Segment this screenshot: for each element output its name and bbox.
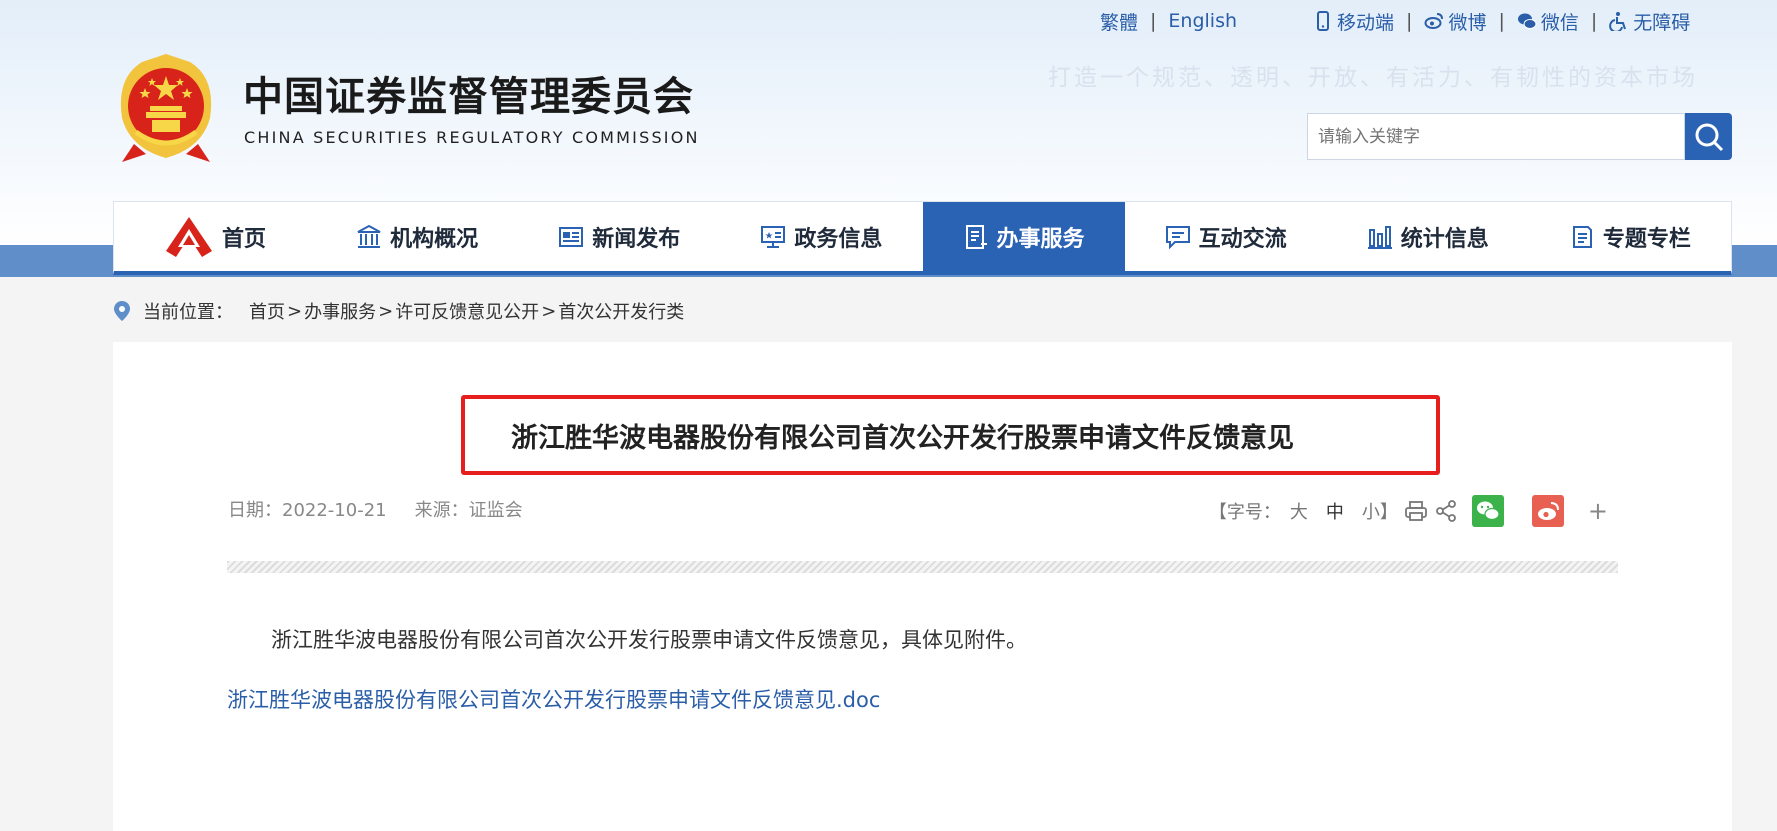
nav-item-news[interactable]: 新闻发布 xyxy=(518,202,720,271)
separator: | xyxy=(1498,10,1505,32)
divider xyxy=(227,561,1618,573)
search-input[interactable] xyxy=(1307,113,1685,160)
nav-item-government-info[interactable]: 政务信息 xyxy=(720,202,922,271)
bar-chart-icon xyxy=(1367,225,1392,249)
site-title: 中国证券监督管理委员会 xyxy=(243,74,694,120)
wechat-label: 微信 xyxy=(1540,11,1579,34)
newspaper-icon xyxy=(559,226,584,247)
nav-item-topics[interactable]: 专题专栏 xyxy=(1529,202,1731,271)
breadcrumb-home[interactable]: 首页 xyxy=(249,298,285,324)
breadcrumb-ipo[interactable]: 首次公开发行类 xyxy=(558,298,684,324)
wechat-share-button[interactable] xyxy=(1471,495,1504,527)
separator: | xyxy=(1150,10,1157,32)
nav-label: 办事服务 xyxy=(996,226,1085,252)
breadcrumb: 当前位置： 首页 > 办事服务 > 许可反馈意见公开 > 首次公开发行类 xyxy=(113,296,684,326)
wechat-icon xyxy=(1517,13,1537,29)
breadcrumb-label: 当前位置： xyxy=(143,302,233,323)
main-nav: 首页 机构概况 新闻发布 政务信息 办事服务 互动交流 统计信息 专题专栏 xyxy=(113,201,1732,275)
attachment-link[interactable]: 浙江胜华波电器股份有限公司首次公开发行股票申请文件反馈意见.doc xyxy=(227,684,880,714)
chat-icon xyxy=(1165,225,1190,249)
separator: | xyxy=(1590,10,1598,32)
nav-item-organization[interactable]: 机构概况 xyxy=(316,202,518,271)
wheelchair-icon xyxy=(1609,12,1627,31)
share-icon[interactable] xyxy=(1434,499,1458,523)
article-date: 日期：2022-10-21 xyxy=(228,500,387,521)
csrc-logo-icon xyxy=(166,216,213,257)
breadcrumb-feedback[interactable]: 许可反馈意见公开 xyxy=(395,298,539,324)
nav-label: 新闻发布 xyxy=(592,226,681,252)
site-subtitle: CHINA SECURITIES REGULATORY COMMISSION xyxy=(244,128,700,147)
wechat-icon xyxy=(1476,501,1500,521)
weibo-label: 微博 xyxy=(1448,11,1487,34)
article-container: 浙江胜华波电器股份有限公司首次公开发行股票申请文件反馈意见 日期：2022-10… xyxy=(113,342,1732,831)
accessibility-link[interactable]: 无障碍 xyxy=(1609,8,1690,35)
search-button[interactable] xyxy=(1685,113,1732,160)
slogan: 打造一个规范、透明、开放、有活力、有韧性的资本市场 xyxy=(1048,65,1698,91)
breadcrumb-separator: > xyxy=(287,300,303,322)
nav-item-home[interactable]: 首页 xyxy=(114,202,316,271)
weibo-link[interactable]: 微博 xyxy=(1424,8,1486,35)
font-size-small-button[interactable]: 小】 xyxy=(1362,498,1398,524)
article-title: 浙江胜华波电器股份有限公司首次公开发行股票申请文件反馈意见 xyxy=(511,422,1294,454)
article-tools: 【字号： 大 中 小】 + xyxy=(1209,494,1608,528)
nav-item-services[interactable]: 办事服务 xyxy=(922,202,1125,271)
nav-label: 首页 xyxy=(222,226,267,252)
nav-label: 机构概况 xyxy=(390,226,479,252)
font-size-label: 【字号： xyxy=(1208,502,1281,523)
wechat-link[interactable]: 微信 xyxy=(1517,8,1579,35)
more-share-button[interactable]: + xyxy=(1588,497,1608,525)
top-links-bar: 繁體 | English 移动端 | 微博 | 微信 | 无障碍 xyxy=(1100,8,1690,34)
breadcrumb-services[interactable]: 办事服务 xyxy=(304,298,376,324)
nav-label: 专题专栏 xyxy=(1602,226,1691,252)
national-emblem-icon xyxy=(120,54,212,162)
file-icon xyxy=(1572,225,1592,248)
article-meta: 日期：2022-10-21 来源：证监会 xyxy=(228,496,523,522)
font-size-medium-button[interactable]: 中 xyxy=(1326,498,1344,524)
weibo-share-button[interactable] xyxy=(1531,495,1564,527)
font-size-large-button[interactable]: 大 xyxy=(1290,498,1308,524)
monitor-icon xyxy=(761,225,786,248)
english-link[interactable]: English xyxy=(1168,10,1237,32)
location-pin-icon xyxy=(114,301,130,321)
breadcrumb-separator: > xyxy=(541,300,557,322)
accessibility-label: 无障碍 xyxy=(1633,11,1691,34)
separator: | xyxy=(1406,10,1413,32)
title-highlight-box: 浙江胜华波电器股份有限公司首次公开发行股票申请文件反馈意见 xyxy=(461,395,1440,475)
traditional-chinese-link[interactable]: 繁體 xyxy=(1100,8,1138,35)
mobile-label: 移动端 xyxy=(1337,11,1395,34)
breadcrumb-separator: > xyxy=(378,300,394,322)
nav-label: 统计信息 xyxy=(1400,226,1489,252)
search-icon xyxy=(1695,123,1723,151)
building-icon xyxy=(357,224,381,248)
weibo-icon xyxy=(1424,13,1444,29)
nav-item-interaction[interactable]: 互动交流 xyxy=(1125,202,1327,271)
weibo-icon xyxy=(1537,502,1559,520)
nav-label: 互动交流 xyxy=(1198,226,1287,252)
document-icon xyxy=(965,224,987,249)
print-icon[interactable] xyxy=(1404,499,1428,523)
mobile-phone-icon xyxy=(1317,11,1330,31)
nav-label: 政务信息 xyxy=(794,226,883,252)
article-body: 浙江胜华波电器股份有限公司首次公开发行股票申请文件反馈意见，具体见附件。 xyxy=(271,628,1027,652)
mobile-link[interactable]: 移动端 xyxy=(1313,8,1394,35)
nav-item-statistics[interactable]: 统计信息 xyxy=(1327,202,1529,271)
article-source: 来源：证监会 xyxy=(414,500,523,521)
